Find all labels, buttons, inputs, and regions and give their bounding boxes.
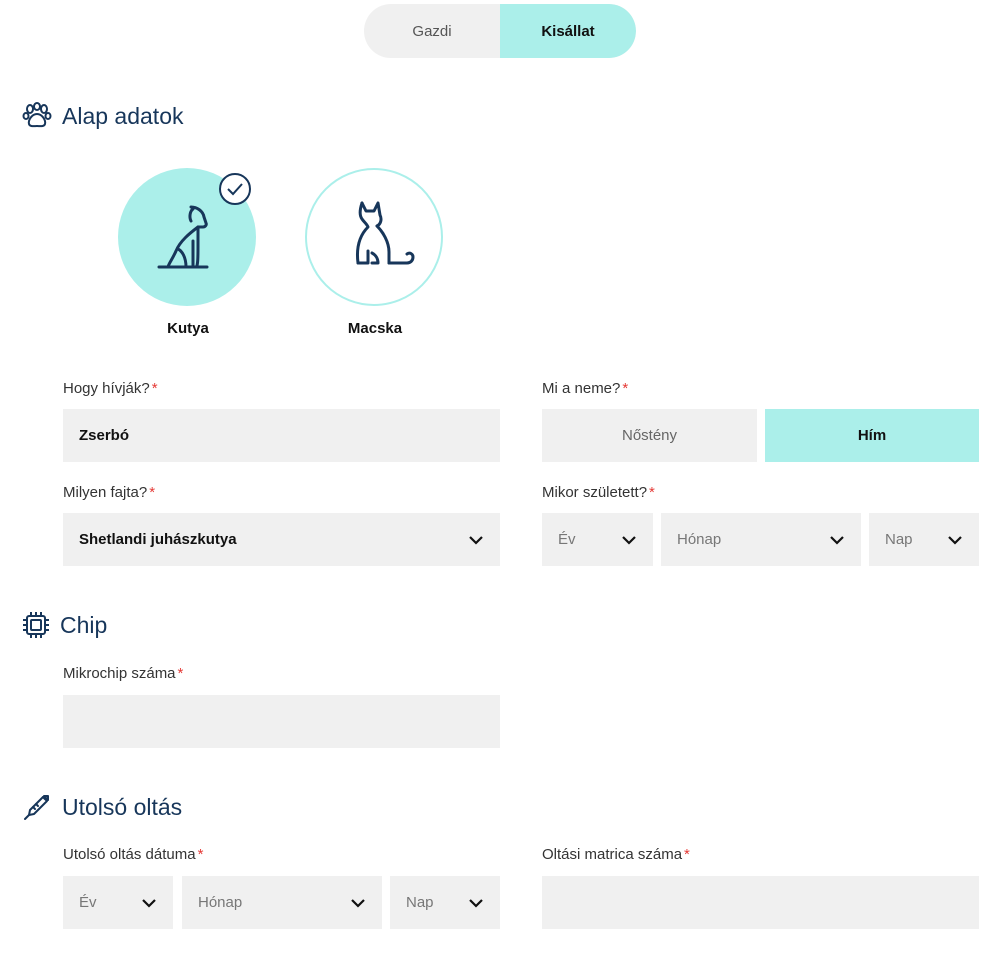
birth-day-select[interactable]: Nap: [869, 513, 979, 566]
chevron-down-icon: [469, 535, 483, 545]
vacc-date-label: Utolsó oltás dátuma *: [63, 846, 204, 863]
chevron-down-icon: [469, 898, 483, 908]
breed-label: Milyen fajta? *: [63, 484, 156, 501]
chevron-down-icon: [142, 898, 156, 908]
gender-option-female[interactable]: Nőstény: [542, 409, 757, 462]
section-basic-label: Alap adatok: [62, 102, 184, 129]
chip-label: Mikrochip száma *: [63, 665, 184, 682]
birth-year-select[interactable]: Év: [542, 513, 653, 566]
paw-icon: [22, 102, 52, 128]
syringe-icon: [24, 795, 49, 820]
pet-label-cat: Macska: [347, 320, 403, 337]
section-vaccination-label: Utolsó oltás: [62, 793, 183, 820]
chevron-down-icon: [830, 535, 844, 545]
section-basic-title: Alap adatok: [22, 102, 183, 130]
section-chip-title: Chip: [22, 611, 107, 639]
pet-option-cat[interactable]: Macska: [305, 168, 445, 337]
cat-icon: [356, 201, 415, 265]
chevron-down-icon: [948, 535, 962, 545]
chevron-down-icon: [351, 898, 365, 908]
birth-label: Mikor született? *: [542, 484, 655, 501]
gender-option-male[interactable]: Hím: [765, 409, 979, 462]
dog-circle[interactable]: [118, 168, 256, 306]
section-vaccination-title: Utolsó oltás: [22, 792, 182, 822]
gender-label: Mi a neme? *: [542, 380, 629, 397]
chip-number-input[interactable]: [63, 695, 500, 748]
tab-gazdi[interactable]: Gazdi: [364, 4, 500, 58]
tab-kisallat[interactable]: Kisállat: [500, 4, 636, 58]
vacc-year-select[interactable]: Év: [63, 876, 173, 929]
pet-option-dog[interactable]: Kutya: [118, 168, 258, 337]
birth-month-select[interactable]: Hónap: [661, 513, 861, 566]
owner-pet-tabs: Gazdi Kisállat: [364, 4, 636, 58]
vacc-sticker-label: Oltási matrica száma *: [542, 846, 690, 863]
microchip-icon: [23, 612, 49, 638]
pet-label-dog: Kutya: [167, 320, 209, 337]
vacc-day-select[interactable]: Nap: [390, 876, 500, 929]
name-input[interactable]: Zserbó: [63, 409, 500, 462]
dog-icon: [157, 205, 209, 269]
chevron-down-icon: [622, 535, 636, 545]
check-icon: [219, 173, 251, 205]
section-chip-label: Chip: [60, 611, 108, 638]
cat-circle[interactable]: [305, 168, 443, 306]
vacc-month-select[interactable]: Hónap: [182, 876, 382, 929]
breed-select[interactable]: Shetlandi juhászkutya: [63, 513, 500, 566]
name-label: Hogy hívják? *: [63, 380, 158, 397]
vacc-sticker-input[interactable]: [542, 876, 979, 929]
